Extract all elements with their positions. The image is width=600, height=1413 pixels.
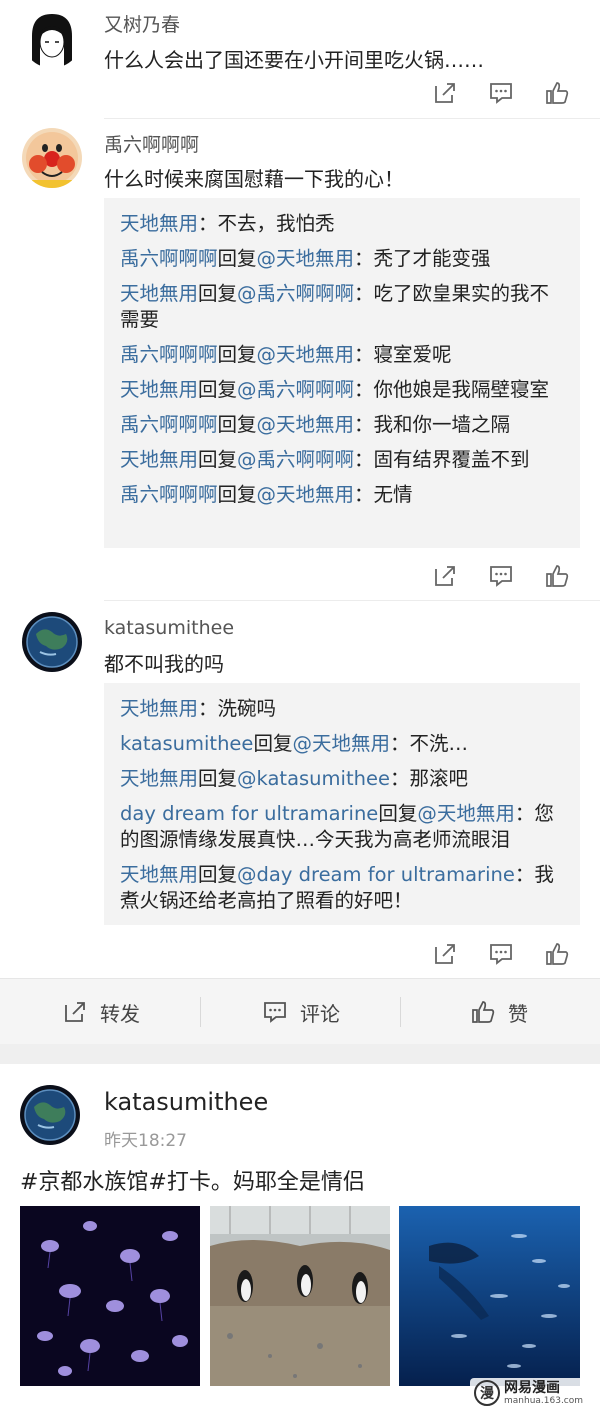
comment-username[interactable]: 禹六啊啊啊	[104, 130, 199, 157]
reply-item[interactable]: katasumithee回复@天地無用：不洗…	[120, 731, 564, 757]
divider	[400, 997, 401, 1027]
post-image-aquarium[interactable]	[399, 1206, 580, 1386]
like-icon[interactable]	[544, 563, 570, 589]
comment-actions	[432, 80, 582, 110]
reply-item[interactable]: 禹六啊啊啊回复@天地無用：秃了才能变强	[120, 246, 564, 272]
post-image-penguins[interactable]	[210, 1206, 390, 1386]
comment-icon[interactable]	[488, 563, 514, 589]
like-icon[interactable]	[544, 941, 570, 967]
comment-text: 什么人会出了国还要在小开间里吃火锅……	[104, 48, 484, 72]
watermark: 漫 网易漫画 manhua.163.com	[470, 1378, 592, 1408]
avatar[interactable]	[22, 128, 82, 188]
share-icon[interactable]	[432, 563, 458, 589]
forward-button[interactable]: 转发	[62, 979, 140, 1045]
post-username[interactable]: katasumithee	[104, 1088, 268, 1116]
comment-label: 评论	[300, 1001, 340, 1026]
reply-item[interactable]: 禹六啊啊啊回复@天地無用：寝室爱呢	[120, 342, 564, 368]
divider	[104, 118, 600, 119]
post-timestamp: 昨天18:27	[104, 1131, 187, 1151]
comment-icon[interactable]	[488, 941, 514, 967]
comment-username[interactable]: 又树乃春	[104, 10, 180, 37]
like-button[interactable]: 赞	[470, 979, 528, 1045]
like-icon[interactable]	[544, 80, 570, 106]
like-label: 赞	[508, 1001, 528, 1026]
reply-item[interactable]: 天地無用：洗碗吗	[120, 696, 564, 722]
reply-item[interactable]: 禹六啊啊啊回复@天地無用：无情	[120, 482, 564, 508]
section-gap	[0, 1044, 600, 1064]
avatar[interactable]	[20, 1085, 80, 1145]
reply-item[interactable]: 天地無用回复@day dream for ultramarine：我煮火锅还给老…	[120, 862, 564, 914]
share-icon	[65, 1002, 85, 1022]
post-image-jellyfish[interactable]	[20, 1206, 200, 1386]
share-icon[interactable]	[432, 941, 458, 967]
reply-item[interactable]: 天地無用回复@katasumithee：那滚吧	[120, 766, 564, 792]
reply-item[interactable]: 天地無用回复@禹六啊啊啊：你他娘是我隔壁寝室	[120, 377, 564, 403]
reply-item[interactable]: 天地無用回复@禹六啊啊啊：固有结界覆盖不到	[120, 447, 564, 473]
avatar[interactable]	[22, 612, 82, 672]
comment-actions	[432, 563, 582, 593]
reply-item[interactable]: 禹六啊啊啊回复@天地無用：我和你一墙之隔	[120, 412, 564, 438]
watermark-url: manhua.163.com	[504, 1395, 584, 1406]
share-icon[interactable]	[432, 80, 458, 106]
reply-thread: 天地無用：不去，我怕秃 禹六啊啊啊回复@天地無用：秃了才能变强 天地無用回复@禹…	[104, 198, 580, 548]
watermark-logo-icon: 漫	[474, 1380, 500, 1406]
reply-item[interactable]: day dream for ultramarine回复@天地無用：您的图源情缘发…	[120, 801, 564, 853]
like-icon	[472, 1001, 495, 1023]
comment-icon[interactable]	[488, 80, 514, 106]
avatar[interactable]	[22, 8, 82, 68]
reply-thread: 天地無用：洗碗吗 katasumithee回复@天地無用：不洗… 天地無用回复@…	[104, 683, 580, 925]
reply-item[interactable]: 天地無用：不去，我怕秃	[120, 211, 564, 237]
comment-text: 都不叫我的吗	[104, 652, 224, 676]
forward-label: 转发	[100, 1001, 140, 1026]
post-action-bar: 转发 评论 赞	[0, 978, 600, 1044]
comment-icon	[264, 1002, 286, 1023]
comment-button[interactable]: 评论	[262, 979, 340, 1045]
comment-username[interactable]: katasumithee	[104, 617, 234, 639]
comment-actions	[432, 941, 582, 971]
divider	[200, 997, 201, 1027]
watermark-title: 网易漫画	[504, 1379, 560, 1396]
post-text: #京都水族馆#打卡。妈耶全是情侣	[20, 1170, 365, 1195]
comment-text: 什么时候来腐国慰藉一下我的心！	[104, 167, 404, 191]
reply-item[interactable]: 天地無用回复@禹六啊啊啊：吃了欧皇果实的我不需要	[120, 281, 564, 333]
divider	[104, 600, 600, 601]
